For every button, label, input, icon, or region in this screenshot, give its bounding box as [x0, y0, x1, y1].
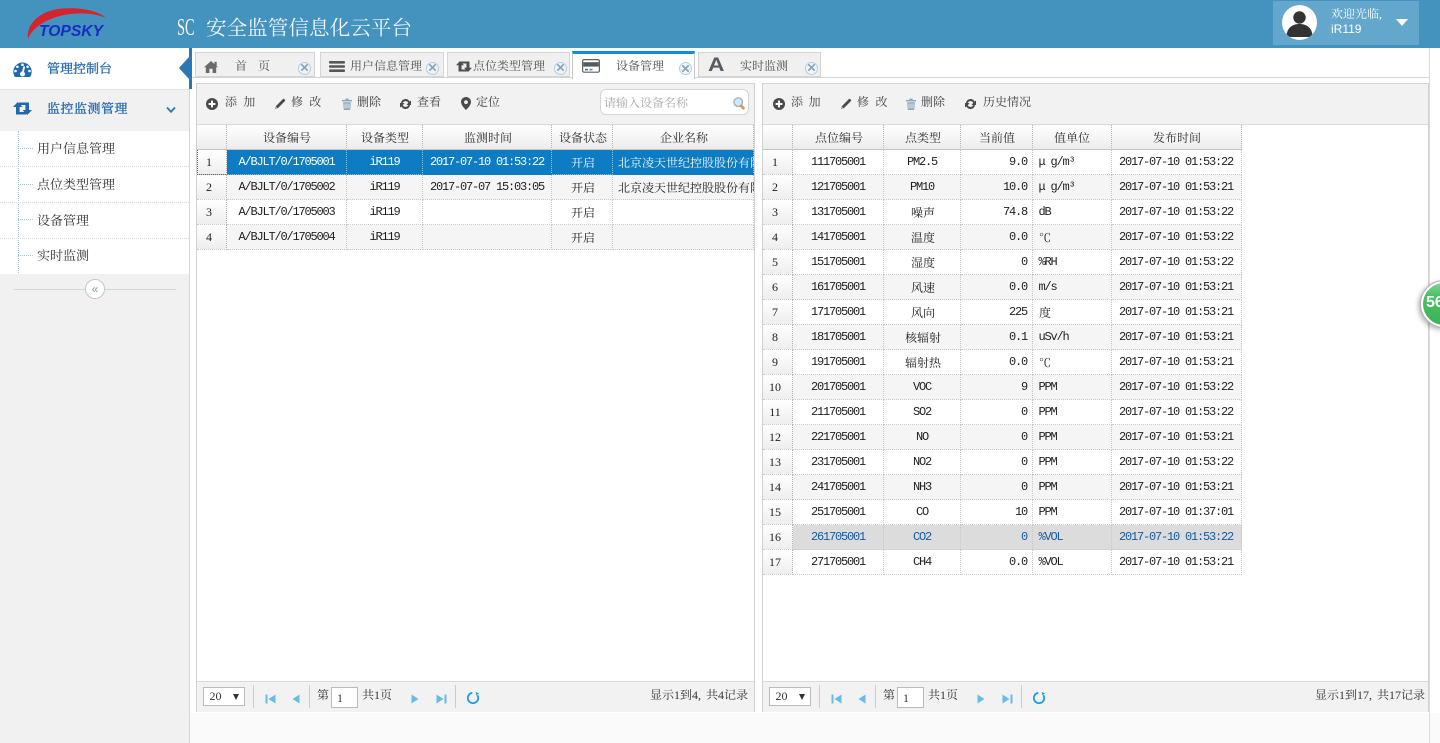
svg-text:4: 4 [718, 688, 724, 702]
svg-text:17: 17 [1389, 688, 1401, 702]
svg-text:1: 1 [674, 688, 680, 702]
svg-text:17,: 17, [1357, 688, 1372, 702]
svg-text:TOPSKY: TOPSKY [39, 23, 104, 40]
svg-text:4,: 4, [692, 688, 701, 702]
svg-text:,: , [1379, 7, 1382, 21]
svg-text:SC: SC [177, 15, 195, 41]
svg-text:A: A [708, 57, 725, 72]
svg-text:1: 1 [940, 688, 946, 702]
svg-text:1: 1 [374, 688, 380, 702]
svg-text:1: 1 [1339, 688, 1345, 702]
